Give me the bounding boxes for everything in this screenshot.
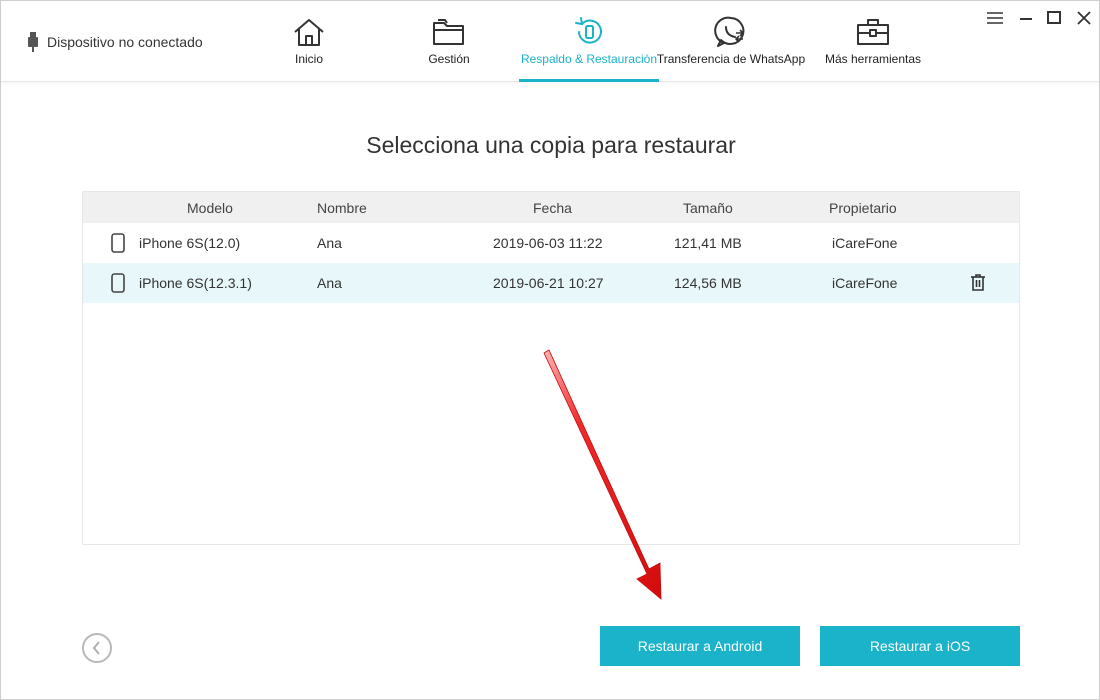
table-row-selected[interactable]: iPhone 6S(12.3.1) Ana 2019-06-21 10:27 1… (83, 263, 1019, 303)
nav-respaldo-restauracion[interactable]: Respaldo & Restauración (519, 15, 659, 81)
cell-owner: iCareFone (832, 235, 898, 251)
cell-name: Ana (317, 275, 342, 291)
cell-date: 2019-06-03 11:22 (493, 235, 603, 251)
toolbox-icon (855, 15, 891, 49)
column-header-nombre: Nombre (317, 200, 367, 216)
nav-label: Transferencia de WhatsApp (656, 52, 806, 66)
maximize-icon[interactable] (1043, 8, 1065, 28)
nav-gestion[interactable]: Gestión (419, 15, 479, 81)
minimize-icon[interactable] (1015, 8, 1037, 28)
table-row[interactable]: iPhone 6S(12.0) Ana 2019-06-03 11:22 121… (83, 223, 1019, 263)
cell-size: 124,56 MB (674, 275, 742, 291)
top-bar: Dispositivo no conectado Inicio Gestión … (1, 1, 1099, 82)
page-title: Selecciona una copia para restaurar (366, 132, 736, 158)
cell-size: 121,41 MB (674, 235, 742, 251)
column-header-propietario: Propietario (829, 200, 897, 216)
restore-to-ios-button[interactable]: Restaurar a iOS (820, 626, 1020, 666)
column-header-tamano: Tamaño (683, 200, 733, 216)
whatsapp-icon (713, 15, 749, 49)
nav-label: Respaldo & Restauración (520, 52, 658, 66)
restore-to-android-button[interactable]: Restaurar a Android (600, 626, 800, 666)
home-icon (291, 15, 327, 49)
nav-label: Inicio (294, 52, 323, 66)
app-window: Dispositivo no conectado Inicio Gestión … (0, 0, 1100, 700)
phone-icon (111, 273, 125, 293)
device-status: Dispositivo no conectado (27, 32, 203, 52)
cell-owner: iCareFone (832, 275, 898, 291)
trash-icon[interactable] (971, 274, 985, 291)
back-button[interactable] (82, 633, 112, 663)
cell-date: 2019-06-21 10:27 (493, 275, 604, 291)
column-header-modelo: Modelo (187, 200, 233, 216)
menu-icon[interactable] (984, 8, 1006, 28)
nav-inicio[interactable]: Inicio (284, 15, 334, 81)
cell-model: iPhone 6S(12.0) (139, 235, 241, 251)
phone-icon (111, 233, 125, 253)
folder-icon (431, 15, 467, 49)
column-header-fecha: Fecha (533, 200, 572, 216)
nav-label: Gestión (428, 52, 470, 66)
active-tab-indicator (519, 79, 659, 82)
device-status-text: Dispositivo no conectado (47, 34, 203, 50)
nav-mas-herramientas[interactable]: Más herramientas (824, 15, 922, 81)
nav-label: Más herramientas (824, 52, 922, 66)
nav-whatsapp-transfer[interactable]: Transferencia de WhatsApp (656, 15, 806, 81)
chevron-left-icon (92, 641, 100, 655)
close-icon[interactable] (1073, 8, 1095, 28)
cell-name: Ana (317, 235, 342, 251)
cell-model: iPhone 6S(12.3.1) (139, 275, 252, 291)
backup-table: Modelo Nombre Fecha Tamaño Propietario i… (82, 191, 1020, 545)
usb-plug-icon (28, 32, 38, 52)
table-header: Modelo Nombre Fecha Tamaño Propietario (83, 192, 1019, 223)
backup-restore-icon (571, 15, 607, 49)
